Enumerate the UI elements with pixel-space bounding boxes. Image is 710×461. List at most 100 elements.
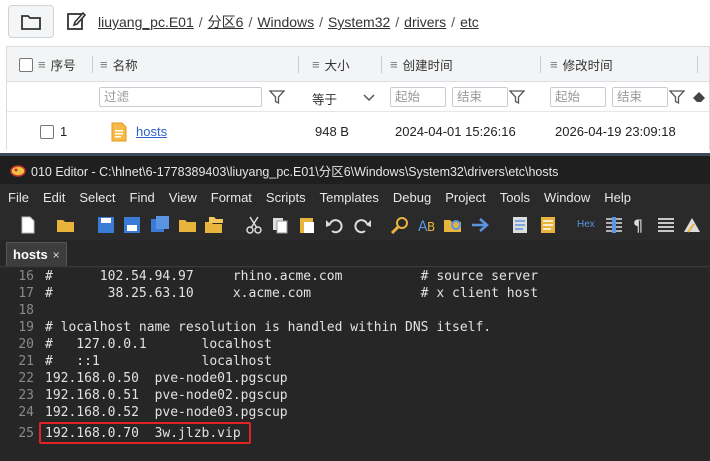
filter-icon[interactable] — [269, 89, 285, 105]
find-icon[interactable] — [390, 216, 410, 234]
multi-folder-icon[interactable] — [204, 216, 224, 234]
close-icon[interactable]: × — [53, 248, 60, 262]
column-header-created[interactable]: ≡ 创建时间 — [390, 47, 453, 82]
column-divider[interactable] — [298, 56, 299, 73]
row-modified: 2026-04-19 23:09:18 — [555, 124, 676, 139]
columns-icon[interactable] — [604, 216, 624, 234]
menu-window[interactable]: Window — [544, 190, 590, 205]
breadcrumb-separator: / — [198, 14, 203, 30]
name-filter-input[interactable]: 过滤 — [99, 87, 262, 107]
run-script-icon[interactable] — [510, 216, 530, 234]
column-divider[interactable] — [540, 56, 541, 73]
code-line: 16 # 102.54.94.97 rhino.acme.com # source… — [0, 268, 710, 285]
breadcrumb-item[interactable]: Windows — [257, 14, 314, 30]
column-header-size[interactable]: ≡ 大小 — [312, 47, 350, 82]
code-view[interactable]: 16 # 102.54.94.97 rhino.acme.com # source… — [0, 268, 710, 461]
save-icon[interactable] — [96, 216, 116, 234]
breadcrumb-separator: / — [248, 14, 253, 30]
line-text: 192.168.0.51 pve-node02.pgscup — [45, 388, 288, 403]
table-row[interactable]: 1 hosts 948 B 2024-04-01 15:26:16 2026-0… — [7, 113, 709, 150]
column-divider[interactable] — [92, 56, 93, 73]
column-menu-icon[interactable]: ≡ — [38, 57, 46, 72]
tab-hosts[interactable]: hosts × — [6, 242, 67, 266]
column-header-modified[interactable]: ≡ 修改时间 — [550, 47, 613, 82]
filter-icon[interactable] — [669, 89, 685, 105]
row-checkbox[interactable] — [40, 124, 54, 139]
select-all-checkbox[interactable] — [19, 57, 33, 72]
code-line: 18 — [0, 302, 710, 319]
menu-select[interactable]: Select — [79, 190, 115, 205]
column-menu-icon[interactable]: ≡ — [312, 57, 320, 72]
edit-path-button[interactable] — [64, 9, 88, 33]
breadcrumb-separator: / — [451, 14, 456, 30]
save-all-icon[interactable] — [150, 216, 170, 234]
code-line: 21 # ::1 localhost — [0, 353, 710, 370]
created-start-input[interactable]: 起始 — [390, 87, 446, 107]
find-in-files-icon[interactable] — [443, 216, 463, 234]
modified-start-input[interactable]: 起始 — [550, 87, 606, 107]
breadcrumb-item[interactable]: 分区6 — [208, 14, 244, 30]
editor-title-bar: 010 Editor - C:\hlnet\6-1778389403\liuya… — [0, 156, 710, 184]
breadcrumb-item[interactable]: System32 — [328, 14, 390, 30]
menu-scripts[interactable]: Scripts — [266, 190, 306, 205]
row-created: 2024-04-01 15:26:16 — [395, 124, 516, 139]
breadcrumb-item[interactable]: etc — [460, 14, 479, 30]
column-label-name: 名称 — [112, 59, 138, 73]
new-file-icon[interactable] — [18, 216, 38, 234]
copy-icon[interactable] — [270, 216, 290, 234]
grid-header: ≡ 序号 ≡ 名称 ≡ 大小 ≡ 创建时间 ≡ 修改时间 — [7, 47, 709, 82]
size-operator-select[interactable]: 等于 — [312, 89, 337, 108]
redo-icon[interactable] — [352, 216, 372, 234]
cut-icon[interactable] — [244, 216, 264, 234]
column-divider[interactable] — [381, 56, 382, 73]
column-label-modified: 修改时间 — [562, 59, 613, 73]
line-number: 25 — [18, 426, 34, 441]
column-divider[interactable] — [697, 56, 698, 73]
column-menu-icon[interactable]: ≡ — [100, 57, 108, 72]
filter-icon[interactable] — [509, 89, 525, 105]
menu-view[interactable]: View — [169, 190, 197, 205]
column-header-index[interactable]: ≡ 序号 — [38, 47, 76, 82]
file-grid: ≡ 序号 ≡ 名称 ≡ 大小 ≡ 创建时间 ≡ 修改时间 过滤 等于 起始 结束… — [6, 46, 710, 150]
replace-icon[interactable]: AB — [417, 216, 437, 234]
workspace-folder-icon[interactable] — [178, 216, 198, 234]
menu-help[interactable]: Help — [604, 190, 631, 205]
pilcrow-icon[interactable]: ¶ — [630, 216, 650, 234]
menu-templates[interactable]: Templates — [320, 190, 379, 205]
file-icon — [111, 122, 127, 141]
breadcrumb-item[interactable]: drivers — [404, 14, 446, 30]
menu-debug[interactable]: Debug — [393, 190, 431, 205]
created-end-input[interactable]: 结束 — [452, 87, 508, 107]
breadcrumb-separator: / — [319, 14, 324, 30]
folder-button[interactable] — [8, 5, 54, 38]
undo-icon[interactable] — [325, 216, 345, 234]
modified-end-input[interactable]: 结束 — [612, 87, 668, 107]
chevron-down-icon[interactable] — [361, 89, 377, 105]
select-all-cell — [19, 47, 33, 82]
column-menu-icon[interactable]: ≡ — [390, 57, 398, 72]
menu-format[interactable]: Format — [211, 190, 252, 205]
column-header-name[interactable]: ≡ 名称 — [100, 47, 138, 82]
menu-file[interactable]: File — [8, 190, 29, 205]
bookmark-lines-icon[interactable] — [656, 216, 676, 234]
clear-filter-icon[interactable] — [691, 89, 707, 105]
line-number: 20 — [18, 337, 34, 352]
highlight-icon[interactable] — [682, 216, 702, 234]
column-menu-icon[interactable]: ≡ — [550, 57, 558, 72]
toolbar: AB Hex ¶ — [0, 210, 710, 240]
menu-find[interactable]: Find — [130, 190, 155, 205]
run-template-icon[interactable] — [538, 216, 558, 234]
line-text: # 102.54.94.97 rhino.acme.com # source s… — [45, 269, 539, 284]
menu-project[interactable]: Project — [445, 190, 485, 205]
open-folder-icon[interactable] — [56, 216, 76, 234]
editor-title: 010 Editor - C:\hlnet\6-1778389403\liuya… — [31, 164, 559, 179]
line-number: 23 — [18, 388, 34, 403]
hex-toggle-button[interactable]: Hex — [577, 219, 595, 230]
goto-arrow-icon[interactable] — [471, 216, 491, 234]
breadcrumb-item[interactable]: liuyang_pc.E01 — [98, 14, 194, 30]
menu-tools[interactable]: Tools — [500, 190, 530, 205]
file-name-link[interactable]: hosts — [136, 124, 167, 139]
menu-edit[interactable]: Edit — [43, 190, 65, 205]
paste-icon[interactable] — [297, 216, 317, 234]
save-as-icon[interactable] — [122, 216, 142, 234]
